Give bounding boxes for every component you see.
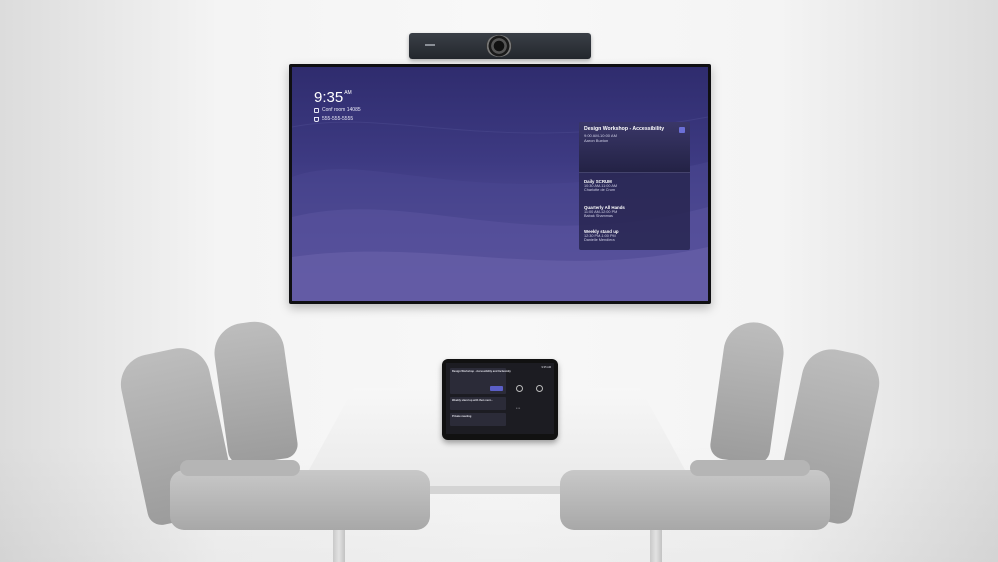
- meeting-item[interactable]: Weekly stand up 12:30 PM-1:00 PM Daniell…: [584, 229, 619, 242]
- wall-display: 9:35AM Conf room 14085 555-555-5555 Desi…: [289, 64, 711, 304]
- room-icon: [314, 107, 319, 113]
- console-meeting-card[interactable]: Private meeting: [450, 413, 506, 426]
- console-meeting-title: Private meeting: [452, 415, 472, 418]
- chair-seat-right: [560, 470, 830, 530]
- meet-now-icon[interactable]: [516, 385, 523, 392]
- share-icon[interactable]: [536, 385, 543, 392]
- console-meeting-title: Design Workshop - Accessibility and Incl…: [452, 370, 511, 373]
- current-meeting[interactable]: Design Workshop - Accessibility 9:00 AM-…: [579, 122, 690, 172]
- display-screen: 9:35AM Conf room 14085 555-555-5555 Desi…: [292, 67, 708, 301]
- camera-bar: [409, 33, 591, 59]
- display-clock: 9:35AM: [314, 89, 352, 106]
- join-button[interactable]: [490, 386, 503, 391]
- room-phone: 555-555-5555: [322, 116, 354, 122]
- console-screen: Design Workshop - Accessibility and Incl…: [446, 363, 554, 434]
- room-info: Conf room 14085: [314, 107, 361, 113]
- meeting-item[interactable]: Quarterly All Hands 11:00 AM-12:00 PM Ba…: [584, 205, 625, 218]
- clock-time: 9:35: [314, 89, 344, 106]
- console-meeting-card[interactable]: Design Workshop - Accessibility and Incl…: [450, 368, 511, 394]
- console-meeting-title: Weekly stand up with then next...: [452, 399, 493, 402]
- meeting-organizer: Danielle Mendiera: [584, 238, 615, 242]
- divider: [579, 172, 690, 173]
- more-icon[interactable]: • • •: [516, 407, 520, 410]
- meeting-organizer: Charlotte de Crum: [584, 188, 616, 192]
- meeting-item[interactable]: Daily SCRUM 10:30 AM-11:00 AM Charlotte …: [584, 179, 617, 192]
- phone-icon: [314, 116, 319, 122]
- clock-ampm: AM: [344, 90, 352, 96]
- meetings-panel: Design Workshop - Accessibility 9:00 AM-…: [579, 122, 690, 250]
- console-meeting-card[interactable]: Weekly stand up with then next...: [450, 397, 506, 410]
- touch-console: Design Workshop - Accessibility and Incl…: [442, 359, 558, 440]
- camera-logo: [425, 44, 435, 46]
- chair-arm: [180, 460, 300, 476]
- meeting-organizer: Babak Shammas: [584, 214, 613, 218]
- teams-icon: [679, 127, 685, 133]
- console-clock: 9:35 AM: [541, 366, 551, 369]
- camera-lens-icon: [486, 35, 512, 57]
- meeting-organizer: Aaron Buxton: [584, 138, 609, 143]
- chair-arm: [690, 460, 810, 476]
- chair-seat-left: [170, 470, 430, 530]
- phone-info: 555-555-5555: [314, 116, 353, 122]
- room-name: Conf room 14085: [322, 107, 361, 113]
- meeting-title: Design Workshop - Accessibility: [584, 126, 665, 132]
